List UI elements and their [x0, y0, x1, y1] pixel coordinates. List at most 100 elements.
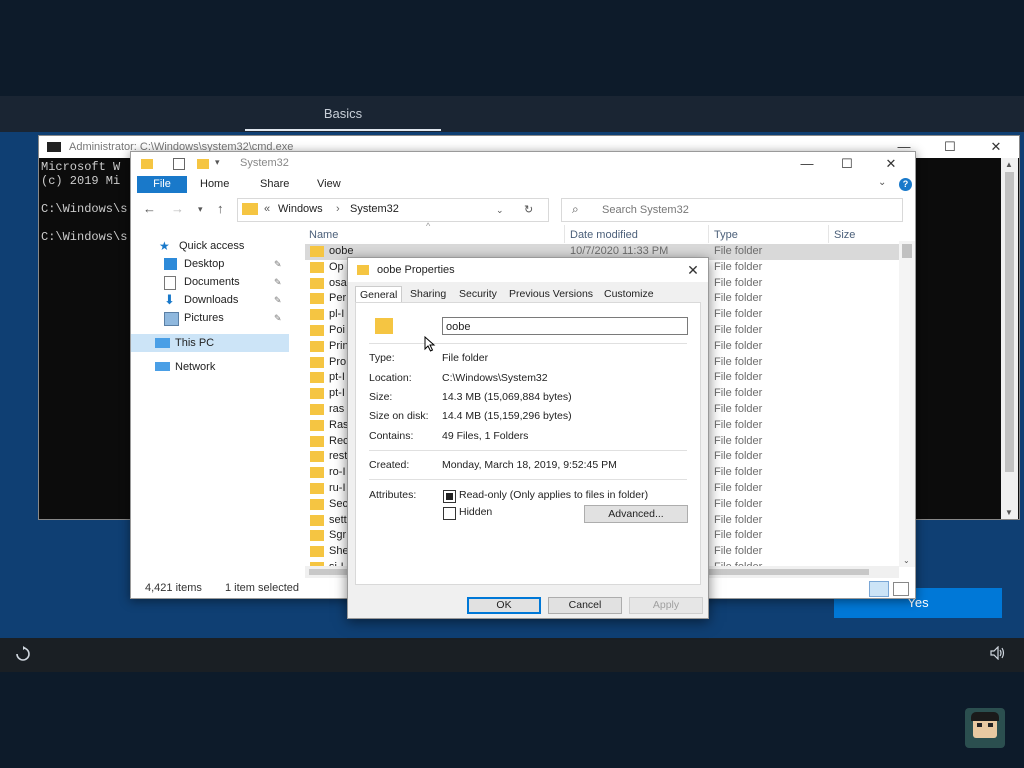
view-toggle [869, 581, 913, 597]
file-name: osa [329, 276, 347, 289]
file-type: File folder [714, 513, 763, 526]
oobe-tab-underline [245, 129, 441, 131]
readonly-label: Read-only (Only applies to files in fold… [459, 489, 649, 501]
properties-title: oobe Properties [377, 264, 455, 276]
ok-button[interactable]: OK [467, 597, 541, 614]
folder-icon [310, 419, 324, 431]
file-type: File folder [714, 292, 763, 305]
oobe-lower-band [0, 672, 1024, 768]
file-name: Sec [329, 497, 348, 510]
created-value: Monday, March 18, 2019, 9:52:45 PM [442, 459, 617, 471]
hidden-checkbox[interactable] [443, 507, 456, 520]
avatar [965, 708, 1005, 748]
properties-title-bar[interactable]: oobe Properties ✕ [348, 258, 708, 282]
cancel-button[interactable]: Cancel [548, 597, 622, 614]
file-type: File folder [714, 245, 763, 257]
file-name: Ras [329, 418, 349, 431]
folder-icon [310, 546, 324, 558]
tab-security[interactable]: Security [455, 286, 501, 302]
file-name: ru-I [329, 482, 346, 494]
file-name: Pro [329, 355, 347, 368]
file-type: File folder [714, 497, 763, 510]
file-type: File folder [714, 482, 763, 494]
folder-icon [310, 498, 324, 510]
folder-icon [310, 435, 324, 447]
folder-icon [310, 340, 324, 352]
tab-general[interactable]: General [355, 286, 403, 303]
folder-icon [357, 265, 369, 275]
scroll-down-icon[interactable]: ▼ [1005, 508, 1013, 517]
folder-icon [310, 372, 324, 384]
folder-icon [310, 483, 324, 494]
oobe-top-band [0, 0, 1024, 96]
contains-value: 49 Files, 1 Folders [442, 430, 529, 442]
size-value: 14.3 MB (15,069,884 bytes) [442, 391, 572, 403]
file-name: ras [329, 403, 345, 415]
file-name: Prin [329, 339, 349, 352]
file-name: rest [329, 450, 348, 463]
file-name: sett [329, 513, 347, 526]
details-view-icon[interactable] [869, 581, 889, 597]
file-name: Op [329, 260, 344, 273]
attributes-label: Attributes: [369, 489, 417, 501]
large-icons-view-icon[interactable] [893, 582, 909, 596]
apply-button[interactable]: Apply [629, 597, 703, 614]
volume-icon[interactable] [990, 645, 1010, 664]
file-type: File folder [714, 450, 763, 463]
ease-of-access-icon[interactable] [14, 646, 34, 664]
folder-icon [310, 261, 324, 273]
file-type: File folder [714, 339, 763, 352]
advanced-button[interactable]: Advanced... [584, 505, 688, 523]
file-name: Rec [329, 434, 349, 447]
tab-sharing[interactable]: Sharing [406, 286, 450, 302]
item-count: 4,421 items [145, 582, 202, 594]
file-type: File folder [714, 418, 763, 431]
oobe-tab-basics[interactable]: Basics [245, 96, 441, 130]
file-type: File folder [714, 434, 763, 447]
file-name: oobe [329, 245, 354, 257]
folder-icon [310, 246, 324, 257]
cmd-icon [47, 142, 61, 152]
file-name: Sgr [329, 529, 347, 542]
scroll-down-icon[interactable]: ⌄ [903, 556, 910, 565]
file-type: File folder [714, 529, 763, 542]
file-name: Per [329, 292, 347, 305]
type-value: File folder [442, 352, 489, 364]
folder-icon [310, 293, 324, 305]
close-icon[interactable]: ✕ [973, 136, 1019, 158]
contains-label: Contains: [369, 430, 414, 442]
file-type: File folder [714, 324, 763, 336]
file-type: File folder [714, 260, 763, 273]
readonly-checkbox[interactable] [443, 490, 456, 503]
location-value: C:\Windows\System32 [442, 372, 548, 384]
folder-name-field[interactable]: oobe [442, 317, 688, 335]
mouse-cursor-icon [424, 335, 436, 352]
close-icon[interactable]: ✕ [681, 260, 705, 280]
file-name: Poi [329, 324, 345, 336]
properties-tabs: General Sharing Security Previous Versio… [355, 286, 703, 303]
folder-icon [310, 388, 324, 400]
tab-previous-versions[interactable]: Previous Versions [505, 286, 597, 302]
selection-count: 1 item selected [225, 582, 299, 594]
folder-icon [310, 277, 324, 289]
file-name: ro-I [329, 466, 346, 479]
cmd-scrollbar[interactable]: ▲ ▼ [1001, 158, 1018, 519]
file-name: pt-I [329, 387, 345, 400]
tab-customize[interactable]: Customize [600, 286, 658, 302]
file-type: File folder [714, 355, 763, 368]
file-type: File folder [714, 466, 763, 479]
location-label: Location: [369, 372, 412, 384]
scroll-up-icon[interactable]: ▲ [1005, 160, 1013, 169]
file-type: File folder [714, 403, 763, 415]
file-list-vertical-scrollbar[interactable]: ⌄ [899, 241, 915, 567]
file-type: File folder [714, 276, 763, 289]
file-name: pl-I [329, 308, 345, 321]
folder-icon [310, 325, 324, 336]
maximize-icon[interactable]: ☐ [927, 136, 973, 158]
oobe-bottom-bar [0, 638, 1024, 672]
folder-icon [310, 309, 324, 321]
size-on-disk-value: 14.4 MB (15,159,296 bytes) [442, 410, 572, 422]
hidden-label: Hidden [459, 506, 493, 518]
file-type: File folder [714, 308, 763, 321]
properties-dialog[interactable]: oobe Properties ✕ General Sharing Securi… [347, 257, 709, 619]
